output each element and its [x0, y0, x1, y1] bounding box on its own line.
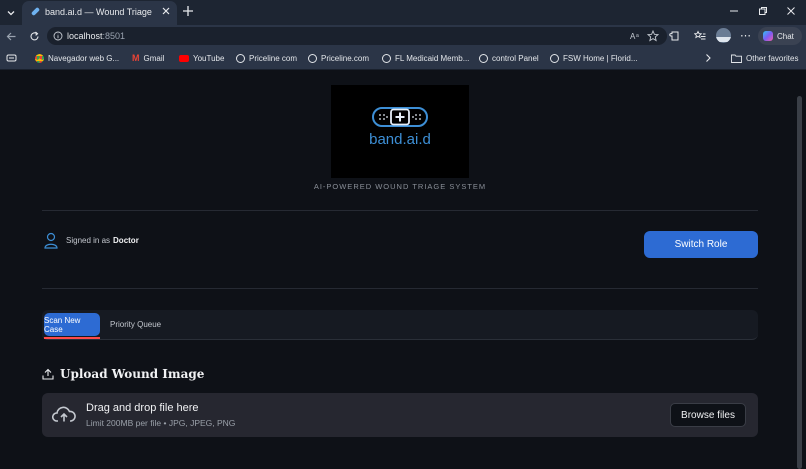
user-icon: [44, 232, 58, 249]
app-logo: band.ai.d: [331, 85, 469, 178]
upload-icon: [42, 368, 54, 380]
bandage-favicon-icon: [30, 6, 41, 17]
extensions-icon[interactable]: [669, 30, 681, 42]
favorite-star-icon[interactable]: [647, 30, 659, 42]
favorite-label: control Panel: [492, 53, 539, 63]
workspaces-icon[interactable]: [6, 53, 17, 63]
favorite-label: YouTube: [193, 53, 225, 63]
tab-priority-queue[interactable]: Priority Queue: [110, 313, 161, 336]
globe-icon: [479, 53, 488, 63]
other-favorites[interactable]: Other favorites: [731, 52, 798, 64]
favorite-item[interactable]: Navegador web G...: [35, 52, 119, 64]
tab-actions-chevron-icon[interactable]: [5, 7, 17, 19]
page-scrollbar[interactable]: [797, 96, 802, 469]
restore-icon[interactable]: [758, 6, 768, 16]
folder-icon: [731, 54, 742, 63]
divider: [42, 210, 758, 211]
chat-label: Chat: [777, 31, 794, 41]
profile-avatar[interactable]: [716, 28, 731, 43]
read-aloud-icon[interactable]: Aa: [630, 31, 642, 41]
logo-wordmark: band.ai.d: [369, 131, 431, 148]
new-tab-icon[interactable]: [182, 5, 194, 17]
other-favorites-label: Other favorites: [746, 53, 799, 63]
browse-files-button[interactable]: Browse files: [670, 403, 746, 427]
favorite-item[interactable]: M Gmail: [132, 52, 164, 64]
favorite-item[interactable]: control Panel: [479, 52, 539, 64]
minimize-icon[interactable]: [729, 6, 739, 16]
url-host: localhost: [67, 31, 103, 41]
app-subtitle: AI-POWERED WOUND TRIAGE SYSTEM: [313, 182, 487, 191]
favorite-label: FL Medicaid Memb...: [395, 53, 470, 63]
globe-icon: [308, 53, 317, 63]
signed-in-role: Doctor: [113, 236, 139, 245]
favorite-item[interactable]: YouTube: [179, 52, 224, 64]
favorite-label: Navegador web G...: [48, 53, 120, 63]
svg-text:a: a: [636, 33, 639, 39]
drop-limits: Limit 200MB per file • JPG, JPEG, PNG: [86, 418, 236, 428]
switch-role-button[interactable]: Switch Role: [644, 231, 758, 258]
tab-title: band.ai.d — Wound Triage: [45, 7, 152, 17]
gmail-icon: M: [132, 53, 140, 63]
bandage-logo-icon: [371, 106, 429, 128]
file-dropzone[interactable]: [42, 393, 758, 437]
favorites-overflow-chevron-icon[interactable]: [704, 53, 712, 63]
globe-icon: [382, 53, 391, 63]
favorite-label: Gmail: [143, 53, 165, 63]
copilot-chat-button[interactable]: Chat: [758, 27, 802, 45]
favorite-item[interactable]: Priceline.com: [308, 52, 369, 64]
close-window-icon[interactable]: [786, 6, 796, 16]
refresh-icon[interactable]: [29, 31, 40, 42]
favorite-item[interactable]: FL Medicaid Memb...: [382, 52, 469, 64]
upload-heading: Upload Wound Image: [60, 367, 205, 381]
favorite-item[interactable]: Priceline com: [236, 52, 297, 64]
tab-scan-new-case[interactable]: Scan New Case: [44, 313, 100, 336]
globe-icon: [236, 53, 245, 63]
youtube-icon: [179, 54, 189, 62]
signed-in-prefix: Signed in as: [66, 236, 111, 245]
chrome-icon: [35, 53, 44, 63]
divider: [42, 288, 758, 289]
globe-icon: [550, 53, 559, 63]
more-options-icon[interactable]: ⋯: [740, 29, 751, 42]
favorite-label: Priceline.com: [321, 53, 370, 63]
copilot-icon: [763, 31, 773, 41]
drop-title: Drag and drop file here: [86, 402, 199, 414]
back-arrow-icon[interactable]: [6, 31, 17, 42]
cloud-upload-icon: [52, 405, 76, 423]
active-tab-indicator: [44, 337, 100, 339]
close-tab-icon[interactable]: [161, 6, 171, 16]
site-info-icon[interactable]: [53, 31, 63, 41]
url-bar[interactable]: [47, 27, 667, 45]
favorite-label: Priceline com: [249, 53, 298, 63]
favorites-list-icon[interactable]: [694, 30, 706, 42]
url-port: :8501: [102, 31, 126, 41]
signed-in-status: Signed in as Doctor: [66, 236, 139, 245]
url-text[interactable]: localhost:8501: [67, 31, 125, 41]
favorite-label: FSW Home | Florid...: [563, 53, 638, 63]
favorite-item[interactable]: FSW Home | Florid...: [550, 52, 638, 64]
